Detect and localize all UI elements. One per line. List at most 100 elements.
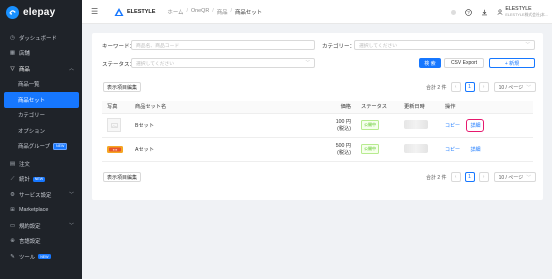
new-product-set-button[interactable]: + 新規	[489, 58, 535, 68]
logo[interactable]: elepay	[0, 0, 82, 24]
prev-page-button[interactable]: ‹	[450, 82, 461, 92]
grid-icon: ⊞	[10, 207, 15, 214]
breadcrumb-home[interactable]: ホーム	[167, 8, 183, 16]
product-set-price: 100 円 (税込)	[326, 113, 356, 138]
sidebar-item-label: カテゴリー	[18, 113, 45, 120]
breadcrumb-oneqr[interactable]: OneQR	[191, 8, 209, 16]
page-size-label: 10 / ページ	[498, 174, 524, 181]
sidebar-item-order[interactable]: ▤ 注文	[0, 156, 82, 172]
csv-export-button[interactable]: CSV Export	[444, 58, 484, 68]
placeholder-avatar	[451, 9, 457, 15]
sidebar: elepay ◷ ダッシュボード ▦ 店舗 ▽ 商品 ︿ 商品一覧 商品セット …	[0, 0, 82, 279]
new-badge: NEW	[32, 176, 46, 182]
product-set-table: 写真 商品セット名 価格 ステータス 更新日時 操作 Bセット 100 円 (税…	[102, 101, 533, 162]
search-button[interactable]: 検 索	[419, 58, 441, 68]
breadcrumb-separator: /	[230, 7, 233, 14]
new-badge: NEW	[53, 142, 68, 150]
category-select[interactable]: 選択してください ﹀	[354, 40, 535, 50]
page-number-button[interactable]: 1	[464, 172, 475, 182]
edit-columns-button[interactable]: 表示項目編集	[103, 82, 141, 92]
brand-name: ELESTYLE	[127, 8, 156, 15]
product-icon: ▽	[10, 65, 15, 72]
order-icon: ▤	[9, 160, 16, 167]
page-size-select[interactable]: 10 / ページ ﹀	[493, 172, 537, 182]
column-header-updated: 更新日時	[399, 101, 440, 114]
keyword-input[interactable]: 商品名、商品コード	[131, 40, 315, 50]
column-header-photo: 写真	[102, 101, 130, 114]
copy-link[interactable]: コピー	[445, 123, 460, 129]
sidebar-item-marketplace[interactable]: ⊞ Marketplace	[0, 203, 82, 219]
sidebar-item-label: オプション	[18, 128, 45, 135]
product-image-placeholder	[107, 118, 121, 132]
sidebar-item-dashboard[interactable]: ◷ ダッシュボード	[0, 30, 82, 46]
sidebar-item-terms[interactable]: ▭ 規約設定 ﹀	[0, 218, 82, 234]
sidebar-item-store[interactable]: ▦ 店舗	[0, 46, 82, 62]
breadcrumb-current: 商品セット	[235, 9, 262, 16]
elepay-logo-icon	[6, 5, 19, 19]
user-name: ELESTYLE	[505, 6, 532, 12]
sidebar-item-product-list[interactable]: 商品一覧	[0, 77, 82, 93]
globe-icon: ⊕	[10, 238, 15, 245]
download-icon[interactable]	[481, 9, 488, 16]
product-thumbnail-icon: ●●●	[107, 145, 123, 153]
sidebar-item-product-set[interactable]: 商品セット	[4, 92, 79, 108]
breadcrumb-separator: /	[212, 7, 214, 14]
edit-columns-button-bottom[interactable]: 表示項目編集	[103, 172, 141, 182]
updated-cell	[399, 137, 440, 162]
status-select[interactable]: 選択してください ﹀	[131, 58, 315, 68]
breadcrumb-product[interactable]: 商品	[217, 8, 228, 16]
pagination-bottom: 合計 2 件 ‹ 1 › 10 / ページ ﹀	[426, 172, 537, 182]
help-icon[interactable]: ?	[465, 8, 473, 16]
next-page-button[interactable]: ›	[478, 82, 489, 92]
product-set-price: 500 円 (税込)	[326, 137, 356, 162]
status-badge: 公開中	[361, 120, 379, 130]
sidebar-item-label: ツール	[19, 254, 36, 261]
svg-text:?: ?	[468, 10, 471, 15]
product-set-name: Bセット	[130, 113, 326, 138]
sidebar-item-stats[interactable]: ⟋ 統計 NEW	[0, 172, 82, 188]
sidebar-item-label: 統計	[19, 177, 30, 184]
sidebar-item-label: サービス設定	[19, 192, 52, 199]
sidebar-item-language[interactable]: ⊕ 言語設定	[0, 234, 82, 250]
menu-toggle-icon[interactable]: ☰	[91, 7, 105, 16]
status-cell: 公開中	[356, 137, 399, 162]
user-menu[interactable]: ELESTYLE ELESTYLE株式会社(本...	[497, 6, 548, 18]
column-header-actions: 操作	[440, 101, 533, 114]
page-number-button[interactable]: 1	[464, 82, 475, 92]
copy-link[interactable]: コピー	[445, 147, 460, 153]
svg-text:●●●: ●●●	[113, 148, 118, 151]
tool-icon: ✎	[10, 253, 15, 260]
detail-link[interactable]: 詳細	[466, 118, 485, 132]
sidebar-item-option[interactable]: オプション	[0, 123, 82, 139]
header-actions: ? ELESTYLE ELESTYLE株式会社(本...	[451, 0, 548, 24]
product-image: ●●●	[107, 145, 123, 154]
sidebar-item-product[interactable]: ▽ 商品 ︿	[0, 61, 82, 77]
sidebar-item-service-settings[interactable]: ⚙ サービス設定 ﹀	[0, 187, 82, 203]
chevron-up-icon: ︿	[68, 66, 74, 73]
sidebar-item-label: ダッシュボード	[19, 35, 57, 42]
sidebar-item-tools[interactable]: ✎ ツール NEW	[0, 249, 82, 265]
prev-page-button[interactable]: ‹	[450, 172, 461, 182]
table-row: Bセット 100 円 (税込) 公開中 コピー 詳細	[102, 113, 533, 138]
pagination-top: 合計 2 件 ‹ 1 › 10 / ページ ﹀	[426, 82, 537, 92]
breadcrumb-separator: /	[186, 7, 188, 14]
sidebar-item-label: 商品一覧	[18, 82, 40, 89]
new-badge: NEW	[38, 254, 51, 260]
dashboard-icon: ◷	[10, 34, 15, 41]
category-placeholder: 選択してください	[359, 43, 398, 49]
photo-cell	[102, 113, 130, 138]
sidebar-item-product-group[interactable]: 商品グループ NEW	[0, 139, 82, 155]
updated-cell	[399, 113, 440, 138]
column-header-price: 価格	[326, 101, 356, 114]
sidebar-item-category[interactable]: カテゴリー	[0, 108, 82, 124]
product-set-name: Aセット	[130, 137, 326, 162]
page-size-select[interactable]: 10 / ページ ﹀	[493, 82, 537, 92]
sidebar-item-label: 店舗	[19, 51, 30, 58]
detail-link[interactable]: 詳細	[470, 147, 480, 153]
column-header-name: 商品セット名	[130, 101, 326, 114]
category-label: カテゴリー：	[322, 44, 356, 50]
next-page-button[interactable]: ›	[478, 172, 489, 182]
user-company: ELESTYLE株式会社(本...	[505, 13, 548, 17]
chevron-down-icon: ﹀	[68, 223, 74, 230]
status-placeholder: 選択してください	[136, 61, 175, 67]
